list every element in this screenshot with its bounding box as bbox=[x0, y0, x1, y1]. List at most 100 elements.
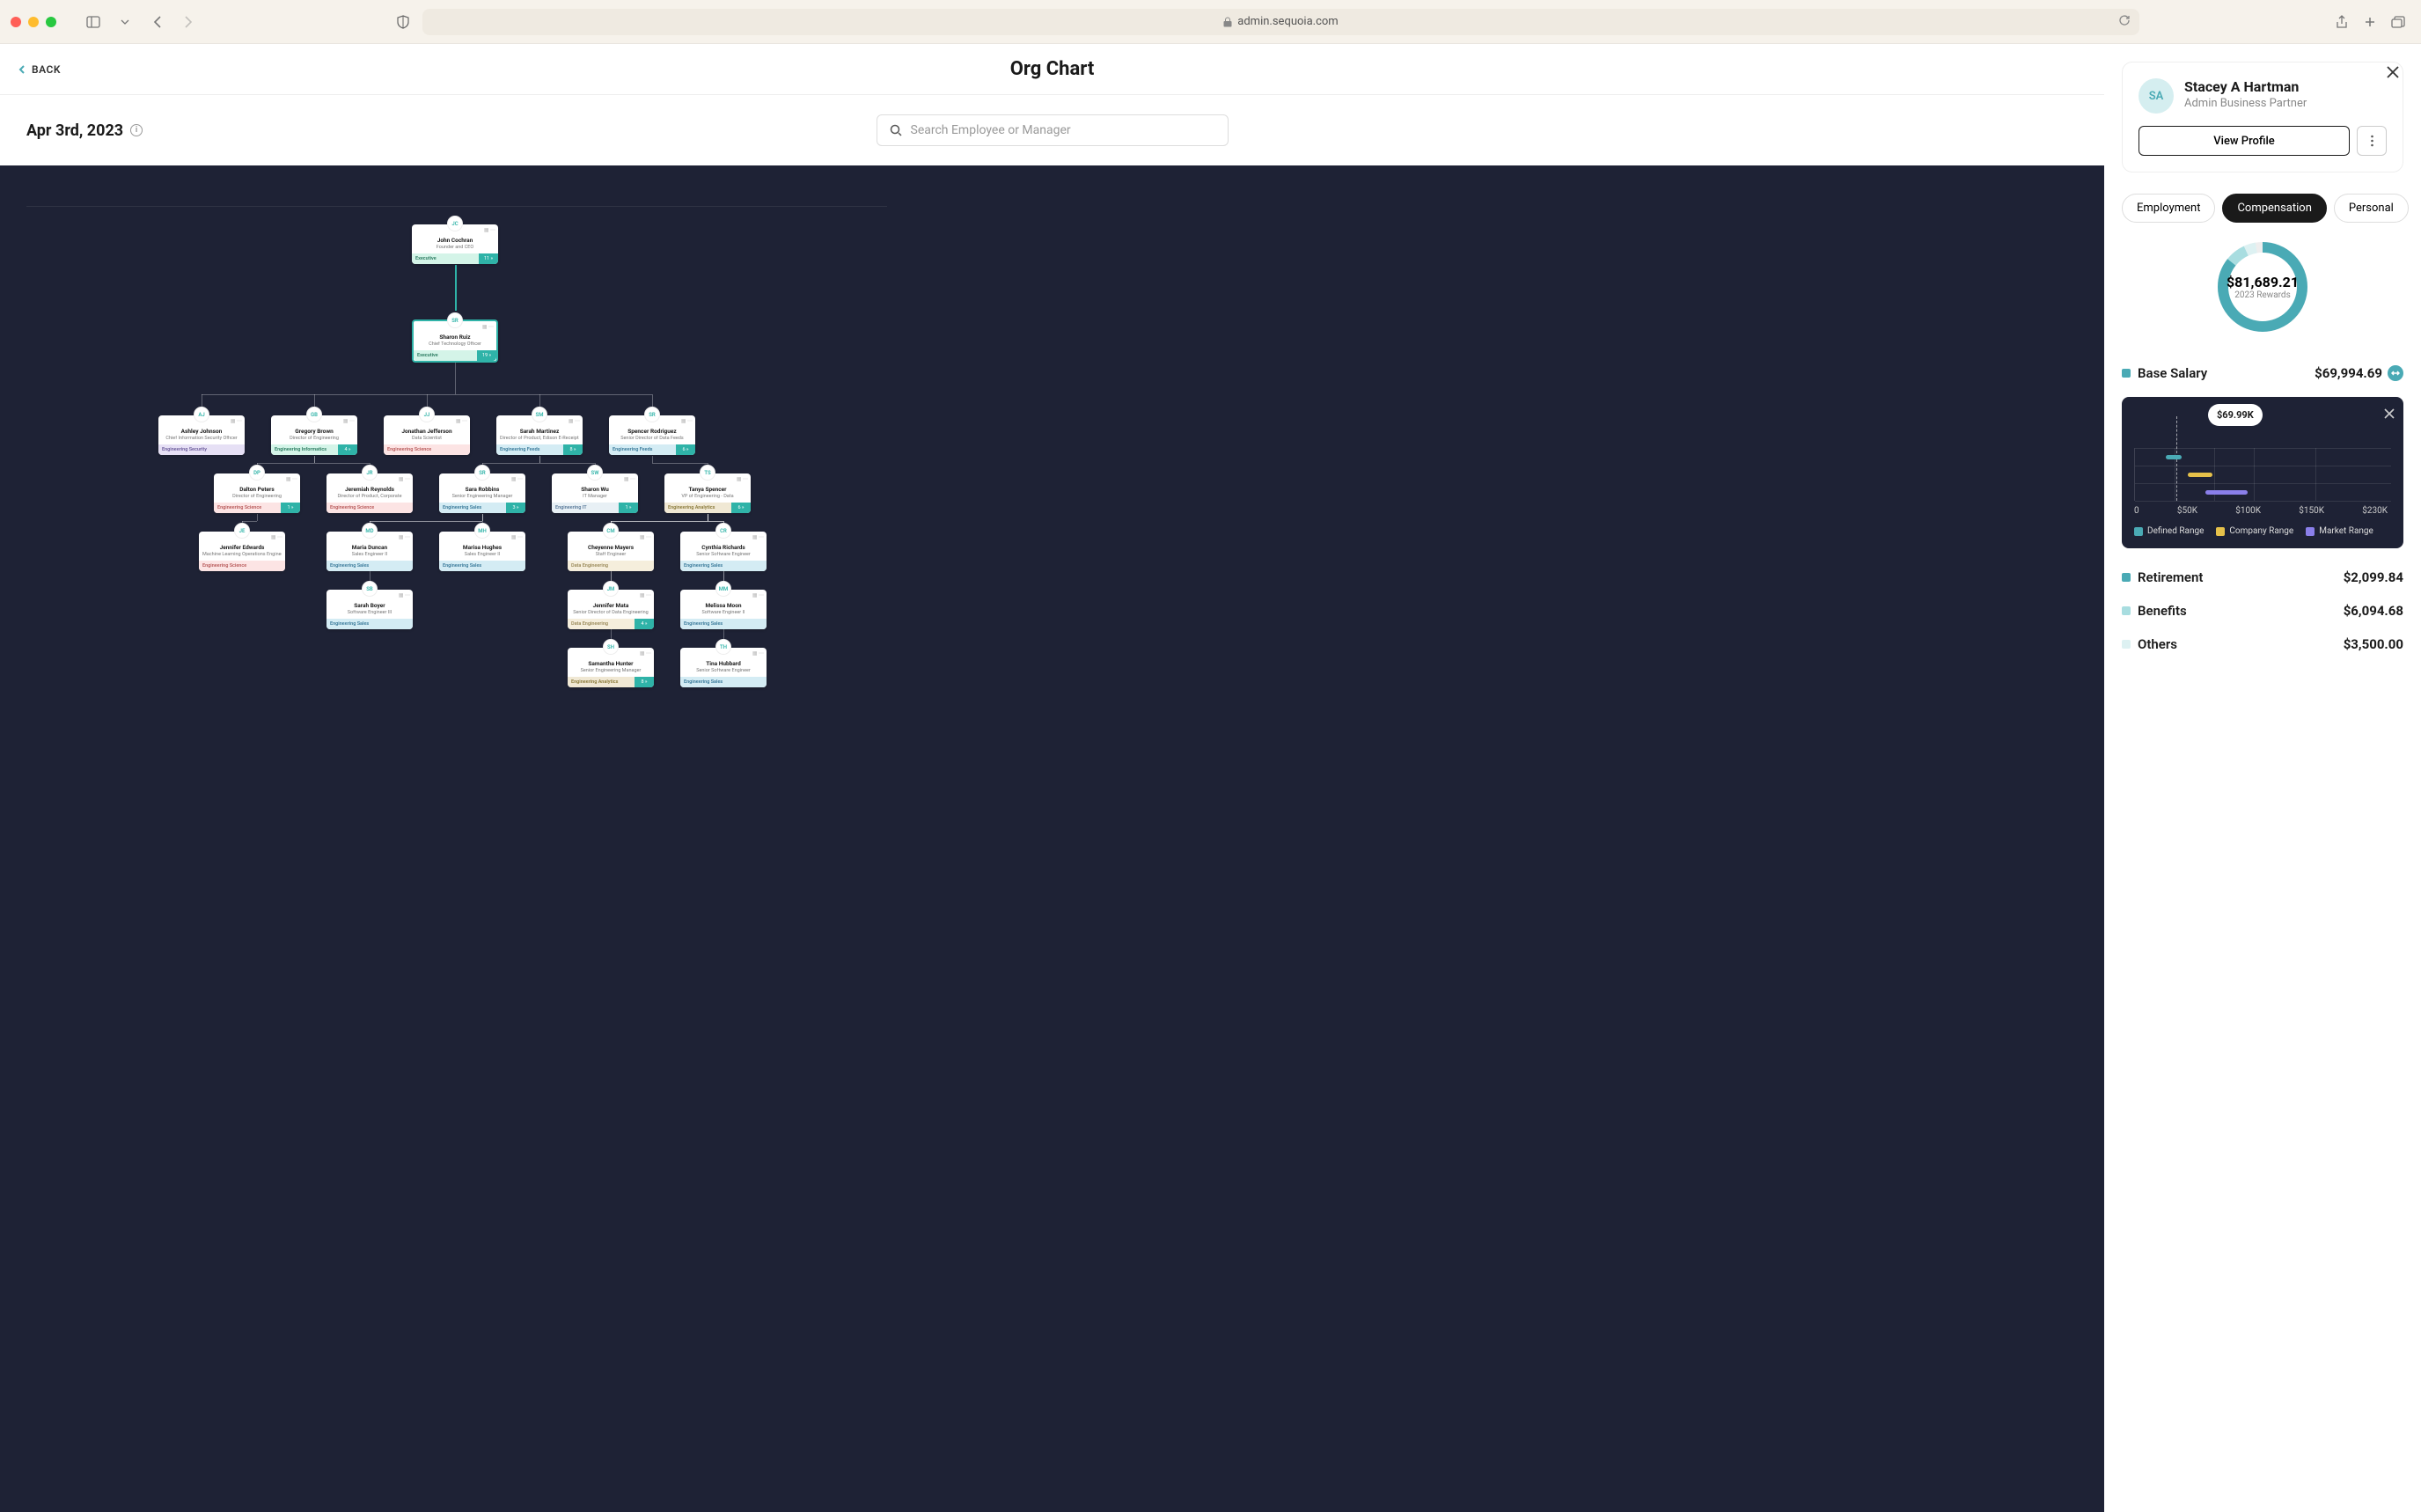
back-button[interactable]: BACK bbox=[18, 63, 61, 76]
node-reports-badge[interactable]: 1 » bbox=[281, 503, 300, 513]
node-icons: ▦ ⋯ bbox=[482, 324, 494, 330]
node-reports-badge[interactable]: 6 » bbox=[676, 444, 695, 455]
org-node-gb[interactable]: GB▦ ⋯Gregory BrownDirector of Engineerin… bbox=[271, 415, 357, 455]
org-node-sr2[interactable]: SR▦ ⋯Sara RobbinsSenior Engineering Mana… bbox=[439, 473, 525, 513]
node-dept: Engineering Sales bbox=[326, 561, 413, 571]
org-node-sw[interactable]: SW▦ ⋯Sharon WuIT ManagerEngineering IT1 … bbox=[552, 473, 638, 513]
node-reports-badge[interactable]: 19 » bbox=[477, 350, 496, 361]
node-dept: Engineering Sales bbox=[439, 503, 506, 513]
node-name: Tanya Spencer bbox=[668, 486, 747, 493]
dropdown-icon[interactable] bbox=[113, 10, 137, 34]
node-reports-badge[interactable]: 11 » bbox=[479, 253, 498, 264]
org-node-jr[interactable]: JR▦ ⋯Jeremiah ReynoldsDirector of Produc… bbox=[326, 473, 413, 513]
row-retirement[interactable]: Retirement $2,099.84 bbox=[2122, 561, 2403, 594]
node-role: Chief Information Security Officer bbox=[162, 436, 241, 441]
node-name: Jennifer Edwards bbox=[202, 544, 282, 551]
org-node-sr[interactable]: SR▦ ⋯Sharon RuizChief Technology Officer… bbox=[412, 319, 498, 363]
node-role: Senior Software Engineer bbox=[684, 552, 763, 557]
org-node-aj[interactable]: AJ▦ ⋯Ashley JohnsonChief Information Sec… bbox=[158, 415, 245, 455]
node-role: Senior Director of Data Engineering bbox=[571, 610, 650, 615]
node-role: VP of Engineering - Data bbox=[668, 494, 747, 499]
org-node-je[interactable]: JE▦ ⋯Jennifer EdwardsMachine Learning Op… bbox=[199, 532, 285, 571]
tab-personal[interactable]: Personal bbox=[2334, 194, 2409, 223]
node-avatar: JM bbox=[603, 581, 619, 597]
tab-employment[interactable]: Employment bbox=[2122, 194, 2215, 223]
node-avatar: SB bbox=[362, 581, 378, 597]
org-node-jj[interactable]: JJ▦ ⋯Jonathan JeffersonData ScientistEng… bbox=[384, 415, 470, 455]
search-field[interactable] bbox=[911, 123, 1215, 137]
row-base-salary[interactable]: Base Salary $69,994.69 bbox=[2122, 356, 2403, 390]
org-node-mm[interactable]: MM▦ ⋯Melissa MoonSoftware Engineer IIEng… bbox=[680, 590, 767, 629]
chart-axis: 0 $50K $100K $150K $230K bbox=[2134, 506, 2391, 516]
view-profile-button[interactable]: View Profile bbox=[2139, 126, 2350, 156]
org-node-sp[interactable]: SR▦ ⋯Spencer RodriguezSenior Director of… bbox=[609, 415, 695, 455]
more-actions-button[interactable] bbox=[2357, 126, 2387, 156]
org-node-jm[interactable]: JM▦ ⋯Jennifer MataSenior Director of Dat… bbox=[568, 590, 654, 629]
node-dept: Engineering Sales bbox=[680, 619, 767, 629]
node-reports-badge[interactable]: 4 » bbox=[635, 619, 654, 629]
node-avatar: CR bbox=[715, 523, 731, 539]
org-chart-canvas[interactable]: JC▦ ⋯John CochranFounder and CEOExecutiv… bbox=[0, 165, 2104, 1512]
node-icons: ▦ ⋯ bbox=[286, 476, 297, 482]
color-swatch bbox=[2122, 573, 2131, 582]
nav-back-icon[interactable] bbox=[144, 10, 169, 34]
tabs-icon[interactable] bbox=[2386, 10, 2410, 34]
org-node-mh[interactable]: MH▦ ⋯Marisa HughesSales Engineer IIEngin… bbox=[439, 532, 525, 571]
org-node-ts[interactable]: TS▦ ⋯Tanya SpencerVP of Engineering - Da… bbox=[664, 473, 751, 513]
node-avatar: JC bbox=[447, 216, 463, 231]
node-avatar: SR bbox=[644, 407, 660, 422]
node-avatar: TS bbox=[700, 465, 715, 481]
maximize-window[interactable] bbox=[46, 17, 56, 27]
node-name: Jonathan Jefferson bbox=[387, 428, 466, 435]
sidebar-toggle-icon[interactable] bbox=[81, 10, 106, 34]
org-node-cr[interactable]: CR▦ ⋯Cynthia RichardsSenior Software Eng… bbox=[680, 532, 767, 571]
node-dept: Engineering Analytics bbox=[664, 503, 731, 513]
minimize-window[interactable] bbox=[28, 17, 39, 27]
node-avatar: SR bbox=[474, 465, 490, 481]
org-node-jc[interactable]: JC▦ ⋯John CochranFounder and CEOExecutiv… bbox=[412, 224, 498, 264]
org-node-th[interactable]: TH▦ ⋯Tina HubbardSenior Software Enginee… bbox=[680, 648, 767, 687]
shield-icon[interactable] bbox=[391, 10, 415, 34]
node-reports-badge[interactable]: 8 » bbox=[563, 444, 583, 455]
node-reports-badge[interactable]: 6 » bbox=[731, 503, 751, 513]
node-icons: ▦ ⋯ bbox=[399, 592, 410, 598]
salary-range-chart: $69.99K 0 $50K $100K $150K $230 bbox=[2122, 397, 2403, 548]
node-icons: ▦ ⋯ bbox=[271, 534, 282, 540]
tab-compensation[interactable]: Compensation bbox=[2222, 194, 2326, 223]
org-node-sm[interactable]: SM▦ ⋯Sarah MartinezDirector of Product, … bbox=[496, 415, 583, 455]
nav-forward-icon[interactable] bbox=[176, 10, 201, 34]
node-reports-badge[interactable]: 3 » bbox=[506, 503, 525, 513]
node-reports-badge[interactable]: 8 » bbox=[635, 677, 654, 687]
node-avatar: SM bbox=[532, 407, 547, 422]
node-name: Jennifer Mata bbox=[571, 602, 650, 609]
profile-role: Admin Business Partner bbox=[2184, 97, 2307, 110]
info-icon[interactable]: i bbox=[130, 124, 143, 136]
new-tab-icon[interactable] bbox=[2358, 10, 2382, 34]
node-role: Director of Engineering bbox=[217, 494, 297, 499]
url-bar[interactable]: admin.sequoia.com bbox=[422, 9, 2139, 35]
org-node-dp[interactable]: DP▦ ⋯Dalton PetersDirector of Engineerin… bbox=[214, 473, 300, 513]
org-node-sb[interactable]: SB▦ ⋯Sarah BoyerSoftware Engineer IIIEng… bbox=[326, 590, 413, 629]
node-dept: Engineering IT bbox=[552, 503, 619, 513]
node-reports-badge[interactable]: 4 » bbox=[338, 444, 357, 455]
page-header: BACK Org Chart bbox=[0, 44, 2104, 95]
org-node-md[interactable]: MD▦ ⋯Maria DuncanSales Engineer IIEngine… bbox=[326, 532, 413, 571]
row-others[interactable]: Others $3,500.00 bbox=[2122, 628, 2403, 661]
node-role: Senior Director of Data Feeds bbox=[613, 436, 692, 441]
node-name: Sharon Wu bbox=[555, 486, 635, 493]
node-reports-badge[interactable]: 1 » bbox=[619, 503, 638, 513]
row-benefits[interactable]: Benefits $6,094.68 bbox=[2122, 594, 2403, 628]
close-window[interactable] bbox=[11, 17, 21, 27]
node-dept: Engineering Sales bbox=[439, 561, 525, 571]
close-panel-button[interactable] bbox=[2382, 62, 2403, 83]
node-avatar: MM bbox=[715, 581, 731, 597]
org-node-sh[interactable]: SH▦ ⋯Samantha HunterSenior Engineering M… bbox=[568, 648, 654, 687]
reload-icon[interactable] bbox=[2118, 14, 2131, 30]
panel-tabs: Employment Compensation Personal bbox=[2122, 194, 2403, 223]
org-node-cm[interactable]: CM▦ ⋯Cheyenne MayersStaff EngineerData E… bbox=[568, 532, 654, 571]
share-icon[interactable] bbox=[2329, 10, 2354, 34]
close-chart-button[interactable] bbox=[2384, 406, 2395, 422]
node-role: Staff Engineer bbox=[571, 552, 650, 557]
node-icons: ▦ ⋯ bbox=[511, 476, 523, 482]
search-input[interactable] bbox=[877, 114, 1229, 146]
